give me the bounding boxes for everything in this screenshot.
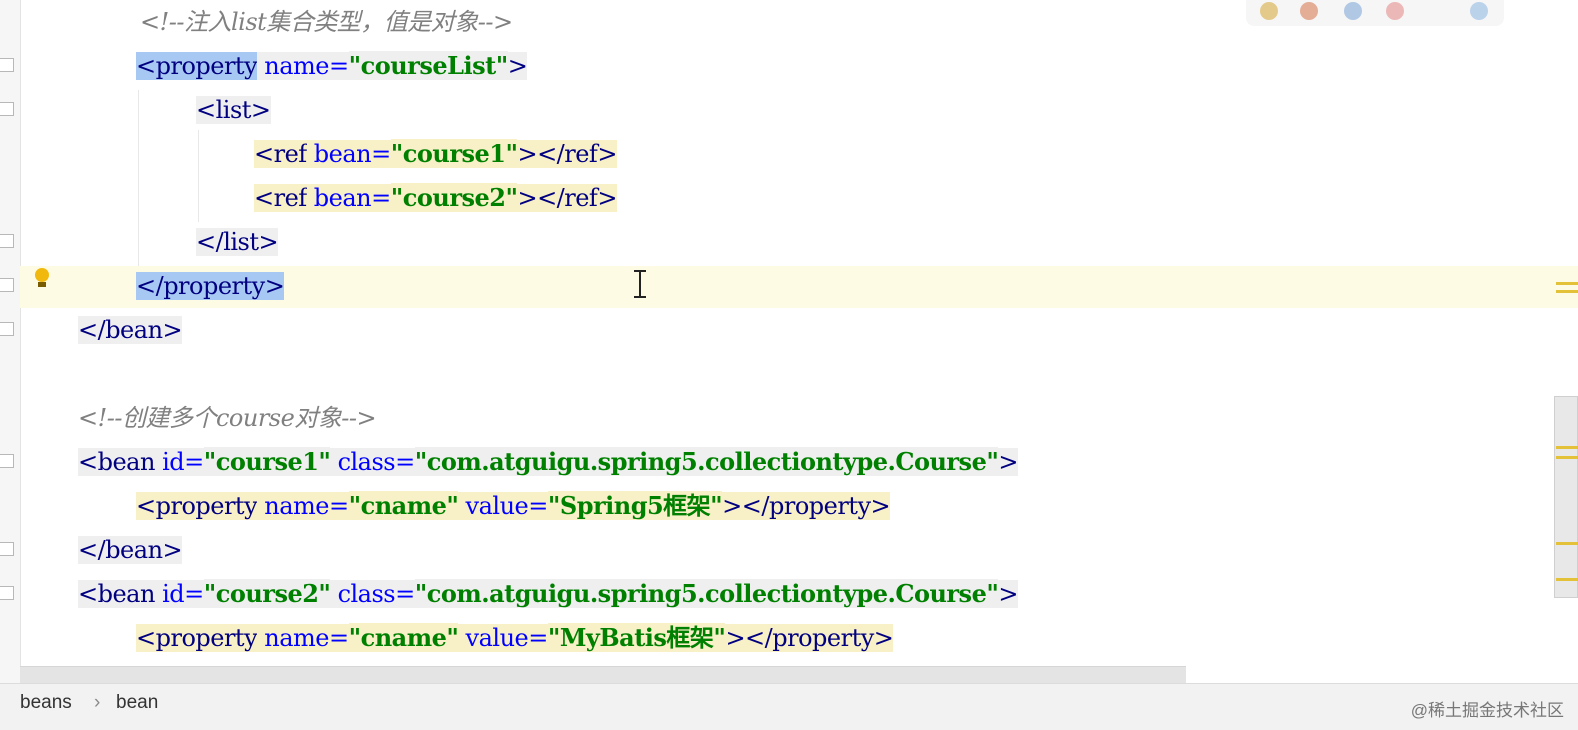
editor-gutter [0,0,21,683]
code-token-tag: <property [136,492,258,520]
code-token-tag: <list> [196,96,271,124]
code-token-attr: name= [257,52,349,80]
error-stripe-marker[interactable] [1556,456,1578,459]
code-token-val: "course1" [390,139,518,168]
code-token-tag: </bean> [78,316,183,344]
code-token-tag: ></ref> [517,184,617,212]
error-stripe-marker[interactable] [1556,282,1578,285]
browser-icons-strip [1246,0,1504,26]
code-line[interactable]: </bean> [78,528,183,572]
code-token-attr: name= [257,624,349,652]
fold-marker[interactable] [0,586,14,600]
code-line[interactable]: <property name="cname" value="Spring5框架"… [136,484,891,528]
code-line[interactable]: <ref bean="course1"></ref> [254,132,617,176]
code-token-tag: > [998,448,1018,476]
code-token-tag: <property [136,52,258,80]
code-token-val: "course1" [203,447,331,476]
code-line[interactable]: </property> [136,264,285,308]
code-token-tag: <ref [254,140,307,168]
fold-marker[interactable] [0,322,14,336]
code-token-attr: name= [257,492,349,520]
error-stripe-marker[interactable] [1556,446,1578,449]
ie-icon [1470,2,1488,20]
opera-icon [1386,2,1404,20]
code-line[interactable]: <property name="courseList"> [136,44,528,88]
code-token-tag: <bean [78,448,155,476]
code-token-val: "MyBatis框架" [547,623,726,652]
fold-marker[interactable] [0,454,14,468]
code-token-attr: value= [458,624,548,652]
code-token-tag: <bean [78,580,155,608]
code-token-tag: </bean> [78,536,183,564]
fold-marker[interactable] [0,102,14,116]
breadcrumb-item-beans[interactable]: beans [20,692,72,714]
safari-icon [1344,2,1362,20]
error-stripe-marker[interactable] [1556,542,1578,545]
breadcrumb-item-bean[interactable]: bean [116,692,158,714]
code-token-val: "cname" [348,623,459,652]
error-stripe-marker[interactable] [1556,578,1578,581]
code-token-cmt: <!--注入list集合类型，值是对象--> [140,8,513,36]
indent-guide [198,130,199,222]
chevron-right-icon: › [94,692,101,713]
code-token-attr: class= [330,580,415,608]
breadcrumb: beans › bean @稀土掘金技术社区 [0,683,1578,730]
lightbulb-icon[interactable] [34,268,50,290]
code-token-val: "course2" [203,579,331,608]
code-line[interactable]: <list> [196,88,271,132]
code-token-val: "courseList" [348,51,508,80]
code-token-tag: <property [136,624,258,652]
fold-marker[interactable] [0,278,14,292]
code-token-attr: value= [458,492,548,520]
code-token-tag: > [507,52,528,80]
indent-guide [138,90,139,266]
code-token-tag: ></property> [722,492,891,520]
code-token-tag: ></ref> [517,140,617,168]
code-token-attr: bean= [306,140,391,168]
code-token-tag: </property> [136,272,285,300]
code-token-attr: bean= [306,184,391,212]
watermark: @稀土掘金技术社区 [1410,701,1564,720]
code-line[interactable]: <bean id="course1" class="com.atguigu.sp… [78,440,1018,484]
code-line[interactable]: <!--注入list集合类型，值是对象--> [140,0,513,44]
code-line[interactable]: <property name="cname" value="MyBatis框架"… [136,616,894,660]
code-line[interactable]: <ref bean="course2"></ref> [254,176,617,220]
chrome-icon [1260,2,1278,20]
code-token-tag: ></property> [725,624,894,652]
code-line[interactable]: <bean id="course2" class="com.atguigu.sp… [78,572,1018,616]
text-cursor-icon [632,270,648,300]
code-line[interactable]: </list> [196,220,279,264]
fold-marker[interactable] [0,58,14,72]
code-line[interactable]: <!--创建多个course对象--> [78,396,377,440]
code-token-val: "com.atguigu.spring5.collectiontype.Cour… [414,447,999,476]
code-token-val: "course2" [390,183,518,212]
code-editor[interactable]: <!--注入list集合类型，值是对象--> <property name="co… [20,0,1578,683]
code-token-cmt: <!--创建多个course对象--> [78,404,377,432]
firefox-icon [1300,2,1318,20]
code-line[interactable]: </bean> [78,308,183,352]
code-token-attr: id= [154,448,204,476]
error-stripe-marker[interactable] [1556,290,1578,293]
fold-marker[interactable] [0,542,14,556]
code-token-tag: </list> [196,228,279,256]
code-token-attr: class= [330,448,415,476]
code-token-val: "cname" [348,491,459,520]
vertical-scrollbar-thumb[interactable] [1554,396,1578,598]
horizontal-scrollbar[interactable] [20,666,1186,683]
fold-marker[interactable] [0,234,14,248]
code-token-tag: <ref [254,184,307,212]
code-token-tag: > [998,580,1018,608]
code-token-val: "Spring5框架" [547,491,723,520]
code-token-val: "com.atguigu.spring5.collectiontype.Cour… [414,579,999,608]
code-token-attr: id= [154,580,204,608]
